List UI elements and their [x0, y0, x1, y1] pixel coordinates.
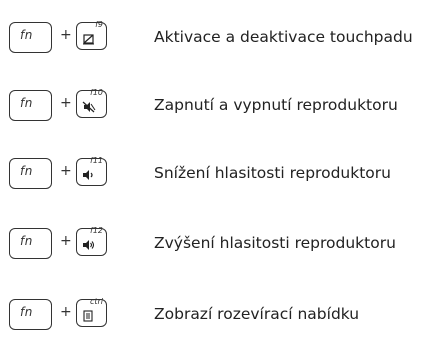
f11-key: f11	[76, 156, 107, 186]
touchpad-icon	[82, 33, 96, 45]
fn-key: fn	[9, 22, 52, 53]
f9-key-label: f9	[95, 20, 103, 29]
shortcut-row-volume-down: fn + f11 Snížení hlasitosti reproduktoru	[0, 156, 435, 198]
menu-icon	[82, 310, 96, 322]
fn-key-label: fn	[20, 96, 33, 110]
ctrl-key: ctrl	[76, 297, 107, 327]
shortcut-row-touchpad: fn + f9 Aktivace a deaktivace touchpadu	[0, 20, 435, 62]
plus-sign: +	[60, 163, 72, 179]
plus-sign: +	[60, 233, 72, 249]
f11-key-label: f11	[90, 156, 103, 165]
f9-key: f9	[76, 20, 107, 50]
plus-sign: +	[60, 95, 72, 111]
shortcut-description: Aktivace a deaktivace touchpadu	[154, 28, 413, 46]
shortcut-row-volume-up: fn + f12 Zvýšení hlasitosti reproduktoru	[0, 226, 435, 268]
shortcut-description: Zapnutí a vypnutí reproduktoru	[154, 96, 398, 114]
shortcut-description: Snížení hlasitosti reproduktoru	[154, 164, 391, 182]
volume-up-icon	[82, 239, 96, 251]
shortcut-row-speaker-toggle: fn + f10 Zapnutí a vypnutí reproduktoru	[0, 88, 435, 130]
ctrl-key-label: ctrl	[89, 297, 103, 306]
fn-key: fn	[9, 228, 52, 259]
fn-key: fn	[9, 158, 52, 189]
fn-key: fn	[9, 90, 52, 121]
shortcut-description: Zvýšení hlasitosti reproduktoru	[154, 234, 396, 252]
shortcut-description: Zobrazí rozevírací nabídku	[154, 305, 360, 323]
plus-sign: +	[60, 304, 72, 320]
f12-key: f12	[76, 226, 107, 256]
plus-sign: +	[60, 27, 72, 43]
f12-key-label: f12	[90, 226, 103, 235]
shortcut-row-context-menu: fn + ctrl Zobrazí rozevírací nabídku	[0, 297, 435, 339]
fn-key-label: fn	[20, 305, 33, 319]
f10-key: f10	[76, 88, 107, 118]
f10-key-label: f10	[90, 88, 103, 97]
speaker-mute-icon	[82, 101, 96, 113]
fn-key-label: fn	[20, 28, 33, 42]
fn-key: fn	[9, 299, 52, 330]
fn-key-label: fn	[20, 234, 33, 248]
fn-key-label: fn	[20, 164, 33, 178]
volume-down-icon	[82, 169, 96, 181]
